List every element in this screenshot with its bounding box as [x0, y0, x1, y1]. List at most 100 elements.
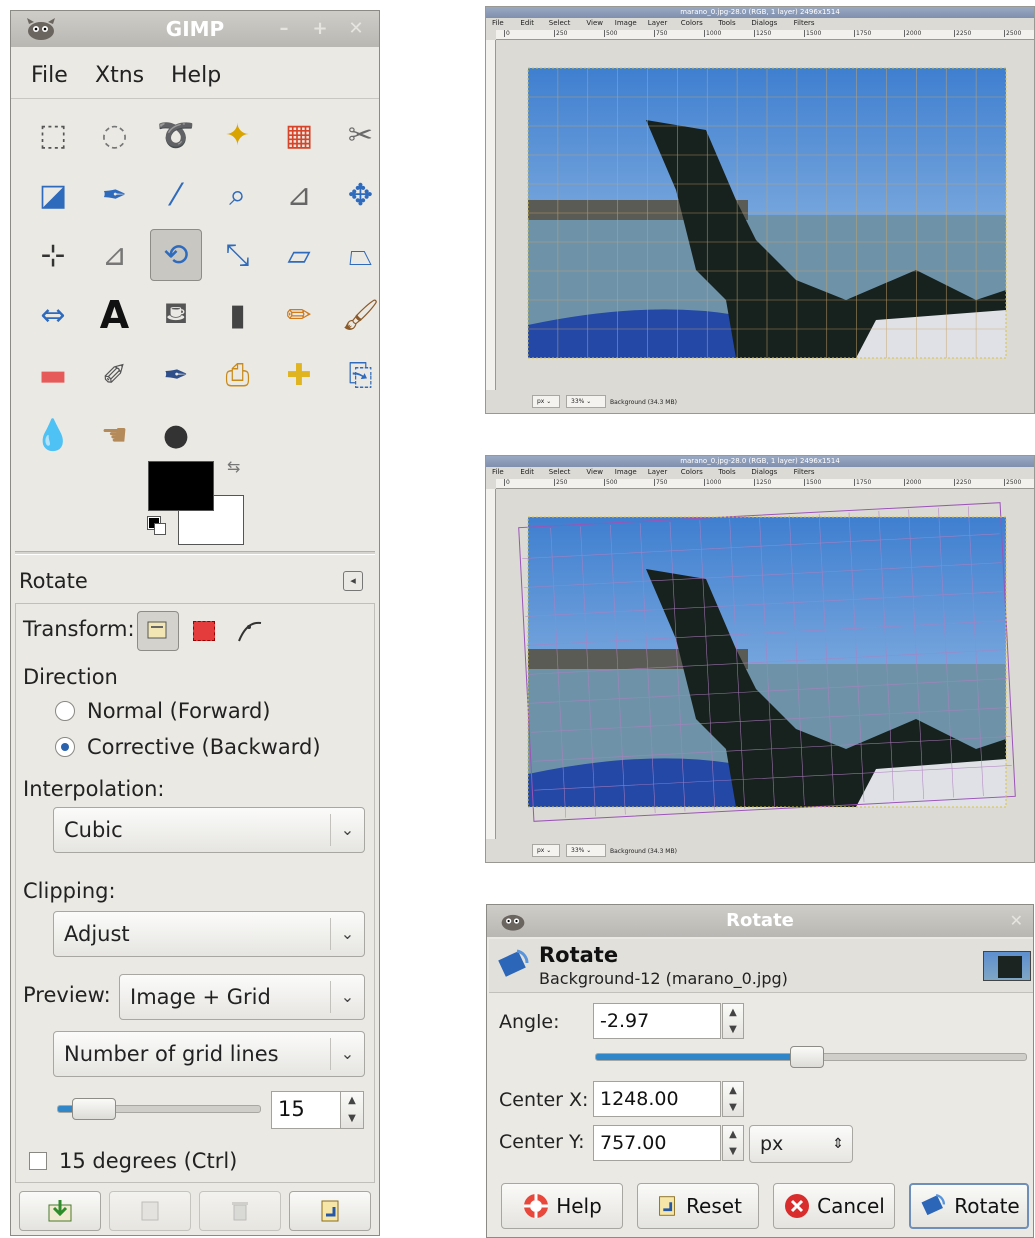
image-menu-edit[interactable]: Edit [520, 19, 534, 27]
image-menu-dialogs[interactable]: Dialogs [751, 19, 777, 27]
fuzzy-select-tool-button[interactable]: ✦ [212, 109, 264, 161]
image-canvas[interactable] [496, 489, 1034, 839]
transform-layer-button[interactable] [137, 611, 179, 651]
direction-normal-radio[interactable] [55, 701, 75, 721]
ink-tool-button[interactable]: ✒ [150, 349, 202, 401]
vertical-ruler[interactable] [486, 40, 496, 390]
zoom-select[interactable]: 33% ⌄ [566, 844, 606, 857]
menu-xtns[interactable]: Xtns [95, 63, 144, 88]
image-menu-filters[interactable]: Filters [794, 19, 815, 27]
angle-slider-thumb[interactable] [789, 1046, 824, 1068]
unit-select[interactable]: px ⌄ [532, 395, 560, 408]
angle-slider[interactable] [595, 1046, 1027, 1068]
image-menu-dialogs[interactable]: Dialogs [751, 468, 777, 476]
image-window-titlebar[interactable]: marano_0.jpg-28.0 (RGB, 1 layer) 2496x15… [486, 456, 1034, 467]
restore-options-button[interactable] [109, 1191, 191, 1231]
cancel-button[interactable]: Cancel [773, 1183, 895, 1229]
measure-tool-button[interactable]: ⊿ [273, 169, 325, 221]
spin-arrows-icon[interactable]: ▲ ▼ [722, 1125, 744, 1161]
grid-lines-slider[interactable] [57, 1098, 261, 1120]
image-menu-colors[interactable]: Colors [681, 19, 703, 27]
help-button[interactable]: Help [501, 1183, 623, 1229]
shear-tool-button[interactable]: ▱ [273, 229, 325, 281]
pencil-tool-button[interactable]: ✏ [273, 289, 325, 341]
image-menu-edit[interactable]: Edit [520, 468, 534, 476]
menu-help[interactable]: Help [171, 63, 221, 88]
image-menu-view[interactable]: View [586, 19, 603, 27]
image-canvas[interactable] [496, 40, 1034, 390]
crop-tool-button[interactable]: ⊿ [89, 229, 141, 281]
reset-options-button[interactable] [289, 1191, 371, 1231]
rotate-tool-button[interactable]: ⟲ [150, 229, 202, 281]
paths-tool-button[interactable]: ✒ [89, 169, 141, 221]
image-menu-file[interactable]: File [492, 19, 504, 27]
transform-path-icon[interactable] [235, 615, 265, 649]
rotate-dialog-titlebar[interactable]: Rotate ✕ [487, 905, 1033, 937]
save-options-button[interactable] [19, 1191, 101, 1231]
paintbrush-tool-button[interactable]: 🖌 [335, 289, 387, 341]
foreground-color-swatch[interactable] [148, 461, 214, 511]
delete-options-button[interactable] [199, 1191, 281, 1231]
zoom-tool-button[interactable]: ⌕ [212, 169, 264, 221]
swap-colors-icon[interactable]: ⇆ [227, 457, 240, 476]
foreground-select-tool-button[interactable]: ◪ [27, 169, 79, 221]
image-menu-colors[interactable]: Colors [681, 468, 703, 476]
interpolation-select[interactable]: Cubic ⌄ [53, 807, 365, 853]
direction-corrective-radio[interactable] [55, 737, 75, 757]
perspective-clone-tool-button[interactable]: ⎘ [335, 349, 387, 401]
vertical-ruler[interactable] [486, 489, 496, 839]
scissors-tool-button[interactable]: ✂ [335, 109, 387, 161]
smudge-tool-button[interactable]: ☚ [89, 409, 141, 461]
image-menu-tools[interactable]: Tools [718, 19, 735, 27]
color-select-tool-button[interactable]: ▦ [273, 109, 325, 161]
grid-mode-select[interactable]: Number of grid lines ⌄ [53, 1031, 365, 1077]
move-tool-button[interactable]: ✥ [335, 169, 387, 221]
clipping-select[interactable]: Adjust ⌄ [53, 911, 365, 957]
spin-arrows-icon[interactable]: ▲ ▼ [722, 1003, 744, 1039]
image-menu-select[interactable]: Select [549, 19, 571, 27]
toolbox-titlebar[interactable]: GIMP – + ✕ [11, 11, 379, 47]
image-menu-select[interactable]: Select [549, 468, 571, 476]
center-y-input[interactable]: 757.00 ▲ ▼ [593, 1125, 744, 1161]
spin-arrows-icon[interactable]: ▲ ▼ [340, 1091, 364, 1129]
color-picker-tool-button[interactable]: ⁄ [150, 169, 202, 221]
image-menu-image[interactable]: Image [615, 19, 637, 27]
ellipse-select-tool-button[interactable]: ◌ [89, 109, 141, 161]
panel-menu-icon[interactable]: ◂ [343, 571, 363, 591]
reset-button[interactable]: Reset [637, 1183, 759, 1229]
zoom-select[interactable]: 33% ⌄ [566, 395, 606, 408]
transform-selection-icon[interactable] [193, 621, 215, 641]
close-icon[interactable]: ✕ [1010, 905, 1023, 937]
eraser-tool-button[interactable]: ▬ [27, 349, 79, 401]
color-area[interactable]: ⇆ [141, 457, 251, 547]
unit-select[interactable]: px ⌄ [532, 844, 560, 857]
unit-select[interactable]: px ⇕ [749, 1125, 853, 1163]
grid-lines-spinbox[interactable]: 15 ▲ ▼ [271, 1091, 364, 1129]
minimize-icon[interactable]: – [273, 18, 295, 40]
image-window-titlebar[interactable]: marano_0.jpg-28.0 (RGB, 1 layer) 2496x15… [486, 7, 1034, 18]
blur-tool-button[interactable]: 💧 [27, 409, 79, 461]
image-menu-view[interactable]: View [586, 468, 603, 476]
image-menu-tools[interactable]: Tools [718, 468, 735, 476]
bucket-fill-tool-button[interactable]: ⛾ [150, 289, 202, 341]
image-menu-image[interactable]: Image [615, 468, 637, 476]
horizontal-ruler[interactable]: 0 250 500 750 1000 1250 1500 1750 2000 2250 2500 [496, 30, 1034, 40]
image-menu-layer[interactable]: Layer [648, 468, 668, 476]
maximize-icon[interactable]: + [309, 18, 331, 40]
close-icon[interactable]: ✕ [345, 18, 367, 40]
constrain-checkbox[interactable] [29, 1152, 47, 1170]
dodge-burn-tool-button[interactable]: ● [150, 409, 202, 461]
image-menu-file[interactable]: File [492, 468, 504, 476]
center-x-input[interactable]: 1248.00 ▲ ▼ [593, 1081, 744, 1117]
flip-tool-button[interactable]: ⇔ [27, 289, 79, 341]
rotate-button[interactable]: Rotate [909, 1183, 1029, 1229]
clone-tool-button[interactable]: ⎙ [212, 349, 264, 401]
spin-arrows-icon[interactable]: ▲ ▼ [722, 1081, 744, 1117]
menu-file[interactable]: File [31, 63, 68, 88]
heal-tool-button[interactable]: ✚ [273, 349, 325, 401]
grid-lines-slider-thumb[interactable] [72, 1098, 117, 1120]
angle-input[interactable]: -2.97 ▲ ▼ [593, 1003, 744, 1039]
airbrush-tool-button[interactable]: ✐ [89, 349, 141, 401]
horizontal-ruler[interactable]: 0 250 500 750 1000 1250 1500 1750 2000 2250 2500 [496, 479, 1034, 489]
text-tool-button[interactable]: A [89, 289, 141, 341]
